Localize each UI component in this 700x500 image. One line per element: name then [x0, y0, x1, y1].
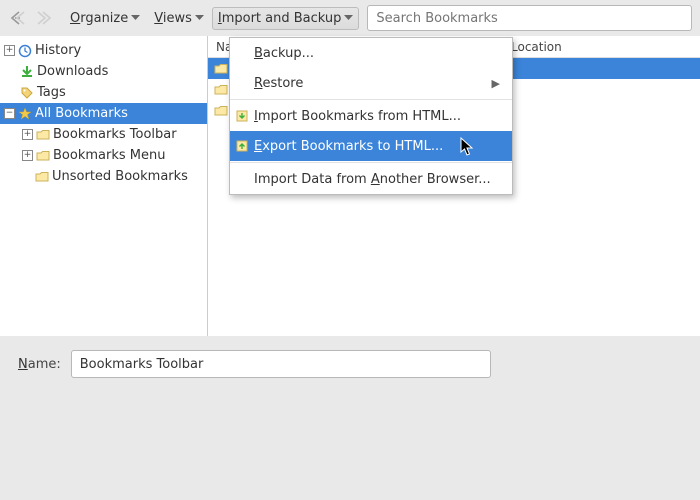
tree-label: Tags — [37, 85, 66, 100]
submenu-arrow-icon: ▶ — [492, 77, 500, 90]
star-icon — [18, 107, 32, 121]
menu-export-html[interactable]: Export Bookmarks to HTML... — [230, 131, 512, 161]
details-pane: Name: — [0, 336, 700, 392]
organize-menu[interactable]: Organize — [64, 7, 146, 30]
tree-tags[interactable]: Tags — [0, 82, 207, 103]
tree-label: Bookmarks Menu — [53, 148, 165, 163]
tree-label: History — [35, 43, 81, 58]
toolbar: Organize Views Import and Backup — [0, 0, 700, 36]
tree-history[interactable]: + History — [0, 40, 207, 61]
expand-icon[interactable]: + — [22, 129, 33, 140]
download-icon — [20, 65, 34, 79]
col-location[interactable]: Location — [503, 40, 700, 54]
tree-label: All Bookmarks — [35, 106, 128, 121]
export-icon — [234, 139, 250, 153]
tree-unsorted-bookmarks[interactable]: Unsorted Bookmarks — [0, 166, 207, 187]
tree-bookmarks-menu[interactable]: + Bookmarks Menu — [0, 145, 207, 166]
folder-icon — [36, 129, 50, 141]
folder-icon — [214, 84, 228, 96]
tree-label: Downloads — [37, 64, 108, 79]
menu-import-html[interactable]: Import Bookmarks from HTML... — [230, 101, 512, 131]
tree-all-bookmarks[interactable]: − All Bookmarks — [0, 103, 207, 124]
tree-label: Unsorted Bookmarks — [52, 169, 188, 184]
tree-label: Bookmarks Toolbar — [53, 127, 177, 142]
back-button[interactable] — [8, 7, 30, 29]
clock-icon — [18, 44, 32, 58]
import-icon — [234, 109, 250, 123]
search-input[interactable] — [367, 5, 692, 31]
import-backup-dropdown: Backup... Restore ▶ Import Bookmarks fro… — [229, 37, 513, 195]
menu-restore[interactable]: Restore ▶ — [230, 68, 512, 98]
folder-icon — [214, 105, 228, 117]
name-label: Name: — [18, 357, 61, 372]
menu-import-browser[interactable]: Import Data from Another Browser... — [230, 164, 512, 194]
collapse-icon[interactable]: − — [4, 108, 15, 119]
tree-downloads[interactable]: Downloads — [0, 61, 207, 82]
menu-separator — [230, 99, 512, 100]
tag-icon — [20, 86, 34, 100]
views-menu[interactable]: Views — [148, 7, 210, 30]
folder-icon — [36, 150, 50, 162]
expand-icon[interactable]: + — [4, 45, 15, 56]
expand-icon[interactable]: + — [22, 150, 33, 161]
folder-icon — [35, 171, 49, 183]
menu-separator — [230, 162, 512, 163]
folder-icon — [214, 63, 228, 75]
menu-backup[interactable]: Backup... — [230, 38, 512, 68]
sidebar: + History Downloads Tags − All Bookmarks… — [0, 36, 208, 336]
import-backup-menu[interactable]: Import and Backup — [212, 7, 360, 30]
name-input[interactable] — [71, 350, 491, 378]
search-container — [367, 5, 692, 31]
forward-button[interactable] — [32, 7, 54, 29]
tree-bookmarks-toolbar[interactable]: + Bookmarks Toolbar — [0, 124, 207, 145]
